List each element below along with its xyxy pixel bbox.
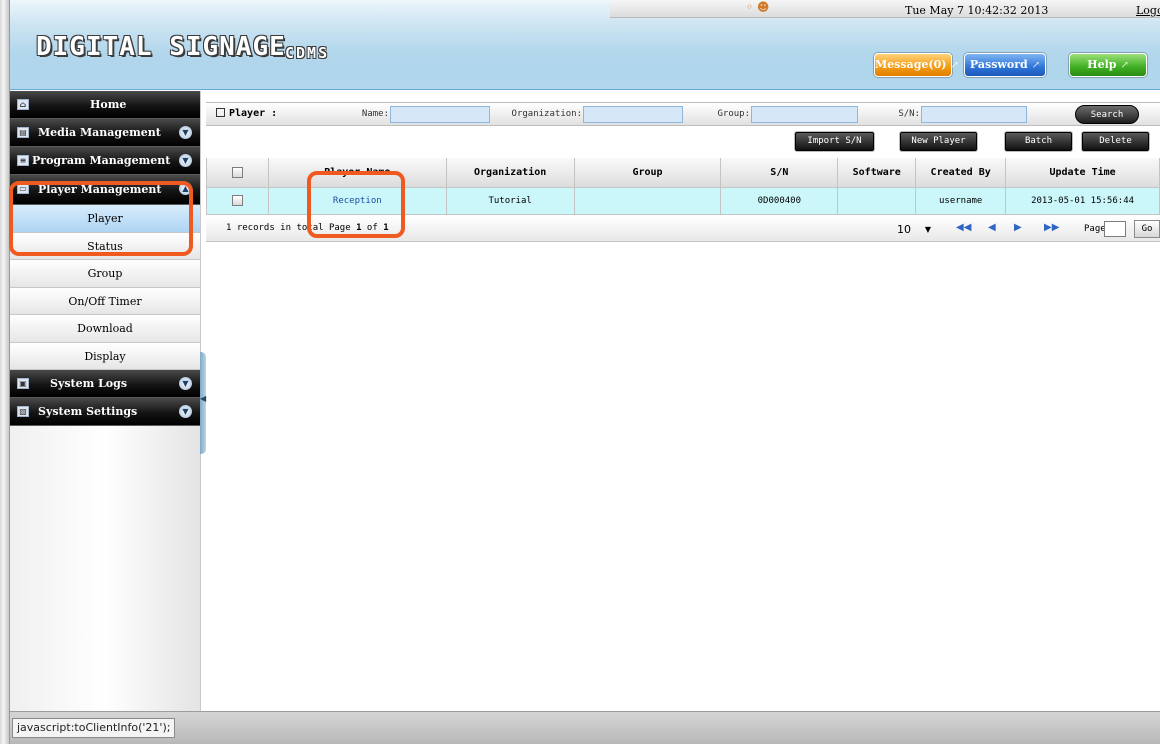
help-button[interactable]: Help ↗ <box>1069 53 1147 77</box>
name-input[interactable] <box>390 106 490 123</box>
column-header[interactable]: Created By <box>915 158 1007 188</box>
next-page-icon[interactable]: ▶ <box>1014 222 1022 233</box>
group-cell <box>573 186 722 215</box>
prev-page-icon[interactable]: ◀ <box>988 222 996 233</box>
app-logo-sub: CDMS <box>285 44 330 62</box>
home-icon: ⌂ <box>17 99 29 110</box>
user-icon: ◦ ☻ <box>746 0 770 14</box>
select-all-checkbox[interactable] <box>231 166 243 178</box>
app-header: DIGITAL SIGNAGE CDMS ◦ ☻ Tue May 7 10:42… <box>10 0 1160 90</box>
nav-system-logs[interactable]: ▣ System Logs ▼ <box>10 370 200 398</box>
update-time-cell: 2013-05-01 15:56:44 <box>1005 186 1160 215</box>
app-logo: DIGITAL SIGNAGE <box>36 32 286 62</box>
column-header[interactable]: S/N <box>720 158 839 188</box>
external-link-icon: ↗ <box>1031 60 1041 71</box>
sn-label: S/N: <box>898 109 920 119</box>
logs-icon: ▣ <box>17 378 29 389</box>
logout-link[interactable]: Logout <box>1136 4 1160 17</box>
page-size-value: 10 <box>897 223 911 236</box>
sidebar-item-group[interactable]: Group <box>10 260 200 288</box>
search-bar: Player : Name: Organization: Group: S/N:… <box>206 102 1160 126</box>
external-link-icon: ↗ <box>950 60 959 71</box>
action-bar: Import S/N New Player Batch Delete <box>206 130 1160 154</box>
message-button[interactable]: Message(0) ↗ <box>874 53 959 77</box>
nav-program-management[interactable]: ≡ Program Management ▼ <box>10 147 200 175</box>
program-icon: ≡ <box>17 155 29 166</box>
organization-label: Organization: <box>511 109 582 119</box>
external-link-icon: ↗ <box>1120 60 1129 71</box>
batch-button[interactable]: Batch <box>1005 132 1072 151</box>
column-header[interactable]: Organization <box>445 158 575 188</box>
nav-system-logs-label: System Logs <box>50 377 128 390</box>
first-page-icon[interactable]: ◀◀ <box>956 222 971 233</box>
delete-button[interactable]: Delete <box>1082 132 1149 151</box>
help-button-label: Help <box>1087 58 1117 71</box>
group-label: Group: <box>717 109 750 119</box>
nav-home-label: Home <box>90 98 127 111</box>
password-button[interactable]: Password ↗ <box>964 53 1046 77</box>
sidebar-item-display[interactable]: Display <box>10 342 200 370</box>
collapse-box-icon <box>216 108 225 117</box>
sidebar-item-download[interactable]: Download <box>10 315 200 343</box>
nav-system-settings[interactable]: ▧ System Settings ▼ <box>10 398 200 426</box>
nav-media-management[interactable]: ▤ Media Management ▼ <box>10 119 200 147</box>
software-cell <box>837 186 917 215</box>
organization-input[interactable] <box>583 106 683 123</box>
column-header[interactable]: Group <box>573 158 722 188</box>
password-button-label: Password <box>969 58 1028 71</box>
annotation-highlight-player-name <box>307 171 405 238</box>
caret-down-icon: ▼ <box>924 225 931 234</box>
settings-icon: ▧ <box>17 406 29 417</box>
new-player-button[interactable]: New Player <box>900 132 977 151</box>
import-sn-button[interactable]: Import S/N <box>795 132 874 151</box>
status-text: javascript:toClientInfo('21'); <box>12 718 176 738</box>
chevron-down-icon: ▼ <box>179 405 192 418</box>
page-jump-input[interactable] <box>1104 221 1126 237</box>
organization-cell: Tutorial <box>445 186 575 215</box>
created-by-cell: username <box>915 186 1007 215</box>
column-header[interactable]: Update Time <box>1005 158 1160 188</box>
chevron-down-icon: ▼ <box>179 377 192 390</box>
nav-program-management-label: Program Management <box>32 154 171 167</box>
section-title-text: Player : <box>229 108 278 119</box>
header-top-band <box>610 0 1160 18</box>
window-frame-left <box>0 0 10 744</box>
column-header[interactable]: Software <box>837 158 917 188</box>
message-button-label: Message(0) <box>875 58 947 71</box>
annotation-highlight-player-menu <box>9 181 193 256</box>
media-icon: ▤ <box>17 127 29 138</box>
page-jump-label: Page <box>1084 224 1106 234</box>
sidebar-item-on-off-timer[interactable]: On/Off Timer <box>10 287 200 315</box>
sn-input[interactable] <box>921 106 1027 123</box>
group-input[interactable] <box>751 106 858 123</box>
page-size-select[interactable]: 10 ▼ <box>890 220 936 238</box>
search-button[interactable]: Search <box>1075 105 1139 124</box>
browser-status-bar: javascript:toClientInfo('21'); <box>10 711 1160 744</box>
go-button[interactable]: Go <box>1134 220 1160 238</box>
nav-home[interactable]: ⌂ Home <box>10 91 200 119</box>
section-title: Player : <box>216 108 277 119</box>
nav-media-management-label: Media Management <box>38 126 161 139</box>
row-checkbox[interactable] <box>231 195 243 206</box>
sn-cell: 0D000400 <box>720 186 839 215</box>
row-select-cell <box>206 186 269 215</box>
select-all-header <box>206 158 269 188</box>
datetime-display: Tue May 7 10:42:32 2013 <box>905 4 1049 17</box>
chevron-down-icon: ▼ <box>179 154 192 167</box>
chevron-down-icon: ▼ <box>179 126 192 139</box>
nav-system-settings-label: System Settings <box>38 405 138 418</box>
last-page-icon[interactable]: ▶▶ <box>1044 222 1059 233</box>
name-label: Name: <box>361 109 389 119</box>
